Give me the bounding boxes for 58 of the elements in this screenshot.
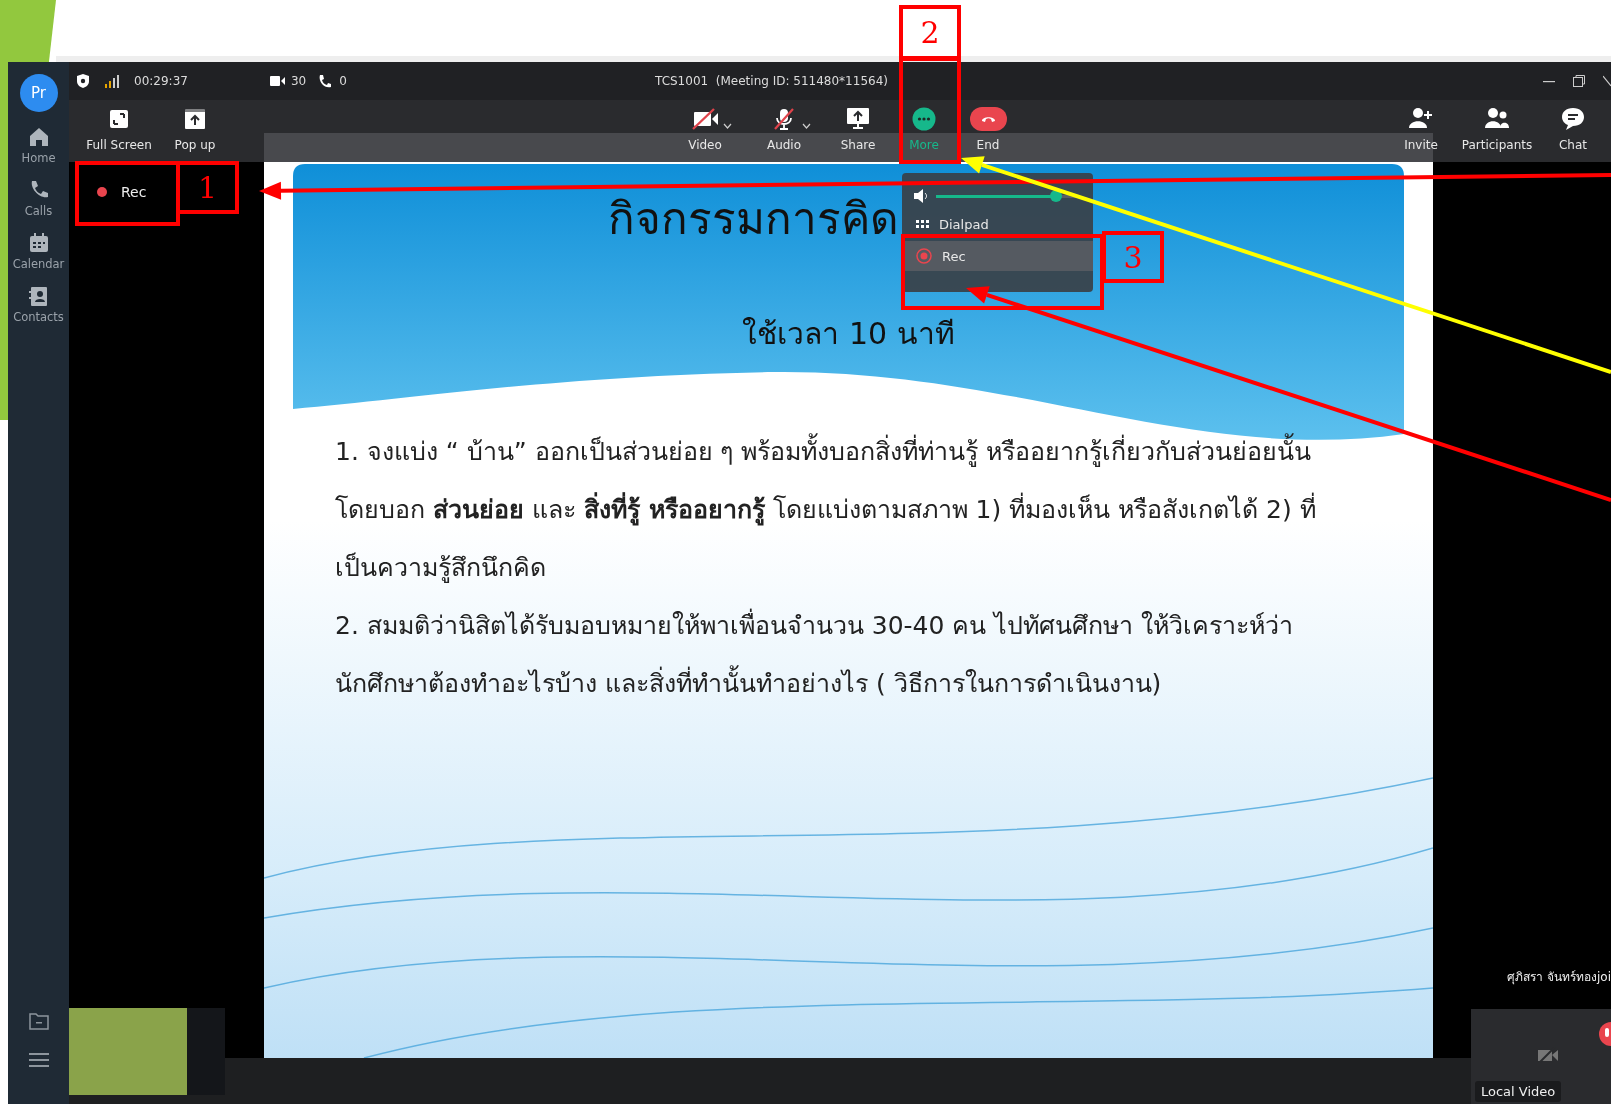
nav-item[interactable]: Calls xyxy=(24,204,53,218)
annotation-label: 3 xyxy=(1102,231,1164,283)
slide-subtitle: ใช้เวลา 10 นาที xyxy=(742,315,955,353)
toolbar-button[interactable]: End xyxy=(976,138,1000,152)
restore-icon[interactable] xyxy=(1573,75,1585,87)
toolbar-button[interactable]: Share xyxy=(840,138,876,152)
toolbar-button[interactable]: Audio xyxy=(766,138,802,152)
video-off-icon[interactable] xyxy=(692,108,718,130)
expand-icon[interactable] xyxy=(109,109,129,129)
toolbar-button[interactable]: Pop up xyxy=(174,138,216,152)
share-screen-icon[interactable] xyxy=(846,107,870,131)
annotation-label: 2 xyxy=(899,5,961,60)
popup-icon[interactable] xyxy=(184,108,206,130)
folder-icon[interactable] xyxy=(28,1012,49,1030)
slide-paragraph: 2. สมมติว่านิสิตได้รับมอบหมายให้พาเพื่อนจำนวน 30-40 คน ไปทัศนศึกษา ให้วิเคราะห์ว่านักศึกษาต้องทำอะไรบ้าง และสิ่งที่ทำนั้นทำอย่างไร ( วิธีการในการดำเนินงาน) xyxy=(335,597,1337,713)
more-dots-icon[interactable] xyxy=(912,107,936,131)
record-icon xyxy=(916,248,932,264)
video-camera-icon xyxy=(269,76,285,86)
hang-up-icon[interactable] xyxy=(969,107,1007,131)
participant-name: ศุภิสรา จันทร์ทองjoi xyxy=(1507,969,1611,986)
menu-item[interactable]: Dialpad xyxy=(902,209,1093,239)
caret-icon[interactable] xyxy=(723,123,732,129)
meeting-duration: 00:29:37 xyxy=(134,74,188,88)
video-off-icon xyxy=(1537,1047,1559,1063)
nav-item[interactable]: Calendar xyxy=(12,257,65,271)
toolbar-button[interactable]: Video xyxy=(688,138,722,152)
people-icon[interactable] xyxy=(1485,107,1509,131)
speaker-icon xyxy=(914,189,930,203)
shield-icon xyxy=(77,74,89,88)
slide-paragraph: 1. จงแบ่ง “ บ้าน” ออกเป็นส่วนย่อย ๆ พร้อมทั้งบอกสิ่งที่ท่านรู้ หรืออยากรู้เกี่ยวกับส่วนย่อยนั้น โดยบอก ส่วนย่อย และ สิ่งที่รู้ หรืออยากรู้ โดยแบ่งตามสภาพ 1) ที่มองเห็น หรือสังเกตได้ 2) ที่เป็นความรู้สึกนึกคิด xyxy=(335,423,1337,597)
caret-icon[interactable] xyxy=(802,123,811,129)
close-icon[interactable] xyxy=(1603,75,1611,87)
nav-item[interactable]: Contacts xyxy=(13,310,64,324)
slide-title: กิจกรรมการคิด xyxy=(608,192,899,246)
local-video-label: Local Video xyxy=(1475,1081,1562,1102)
dialpad-icon xyxy=(916,220,929,228)
nav-item[interactable]: Home xyxy=(21,151,56,165)
chat-bubble-icon[interactable] xyxy=(1561,107,1585,131)
muted-mic-icon xyxy=(1597,1022,1611,1046)
recording-indicator: Rec xyxy=(121,184,147,200)
menu-icon[interactable] xyxy=(28,1052,49,1068)
home-icon[interactable] xyxy=(27,126,50,148)
toolbar-button[interactable]: More xyxy=(909,138,939,152)
recording-dot-icon xyxy=(97,187,107,197)
phone-icon xyxy=(318,74,332,88)
calendar-icon[interactable] xyxy=(27,232,50,254)
menu-item[interactable]: Rec xyxy=(902,241,1093,271)
toolbar-button[interactable]: Participants xyxy=(1461,138,1533,152)
video-count: 30 xyxy=(290,74,307,88)
signal-bars-icon xyxy=(105,74,119,88)
microphone-off-icon[interactable] xyxy=(772,108,796,130)
toolbar-button[interactable]: Full Screen xyxy=(86,138,152,152)
toolbar-button[interactable]: Chat xyxy=(1558,138,1587,152)
contact-book-icon[interactable] xyxy=(27,285,50,307)
add-person-icon[interactable] xyxy=(1409,107,1433,131)
call-count: 0 xyxy=(339,74,347,88)
window-title: TCS1001 (Meeting ID: 511480*11564) xyxy=(655,74,888,88)
toolbar-button[interactable]: Invite xyxy=(1404,138,1438,152)
